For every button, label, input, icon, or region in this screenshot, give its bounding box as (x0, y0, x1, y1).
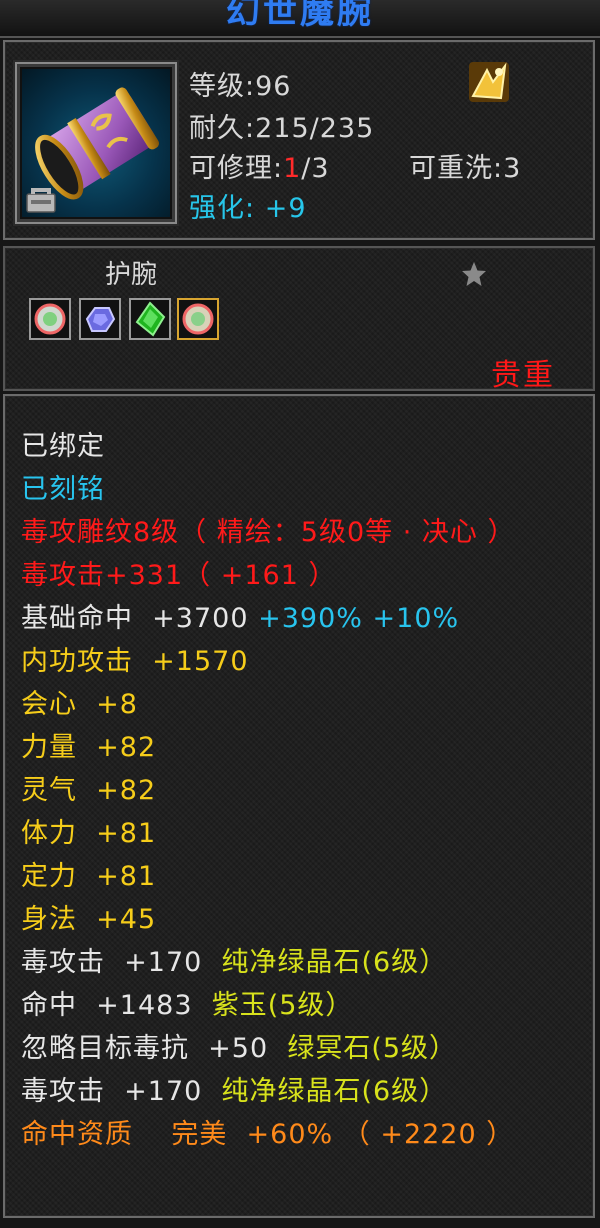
gem-level: (6级） (361, 1076, 448, 1107)
poison-attack-line: 毒攻击+331（ +161 ） (21, 553, 337, 592)
rewash-row: 可重洗:3 (409, 146, 521, 185)
rewash-value: 3 (503, 153, 522, 184)
spirit-line: 灵气 +82 (21, 768, 156, 807)
gem-stat-label: 忽略目标毒抗 (21, 1033, 189, 1064)
strength-value: +82 (96, 732, 157, 763)
item-type-panel: 护腕 贵重 (3, 246, 595, 393)
gem-level: (5级） (267, 990, 354, 1021)
stamina-value: +81 (96, 818, 157, 849)
spirit-label: 灵气 (21, 775, 77, 806)
gem-level: (6级） (361, 947, 448, 978)
enhance-row: 强化: +9 (189, 186, 307, 225)
gem-name: 紫玉 (211, 990, 268, 1021)
enhance-value: +9 (264, 193, 307, 224)
gem-socket-blue-icon[interactable] (79, 298, 121, 340)
gold-emblem-icon[interactable] (467, 60, 511, 104)
stamina-label: 体力 (21, 818, 77, 849)
star-icon (460, 260, 488, 288)
durability-row: 耐久:215/235 (189, 106, 374, 145)
item-icon-frame[interactable] (15, 62, 177, 224)
quality-percent: +60% (246, 1119, 334, 1150)
lock-icon (21, 184, 61, 214)
gem-stat-value: +1483 (96, 990, 193, 1021)
enhance-label: 强化: (189, 193, 256, 224)
item-name: 幻世魔腕 (226, 0, 374, 32)
accuracy-label: 基础命中 (21, 603, 133, 634)
accuracy-value: +3700 (152, 603, 249, 634)
internal-attack-label: 内功攻击 (21, 646, 133, 677)
gem-line: 毒攻击 +170 纯净绿晶石(6级） (21, 1069, 447, 1108)
repair-label: 可修理: (189, 153, 284, 184)
engraved-status: 已刻铭 (21, 474, 105, 505)
repair-used: 1 (283, 153, 302, 184)
agility-label: 身法 (21, 904, 77, 935)
stamina-line: 体力 +81 (21, 811, 156, 850)
item-type: 护腕 (105, 260, 158, 290)
gem-stat-label: 毒攻击 (21, 947, 105, 978)
gem-name: 纯净绿晶石 (221, 947, 362, 978)
agility-value: +45 (96, 904, 157, 935)
gem-stat-value: +170 (124, 947, 203, 978)
item-title-bar: 幻世魔腕 (0, 0, 600, 38)
quality-label: 命中资质 (21, 1119, 133, 1150)
gem-socket-white-icon[interactable] (29, 298, 71, 340)
gem-stat-value: +170 (124, 1076, 203, 1107)
quality-line: 命中资质 完美 +60% （ +2220 ） (21, 1112, 514, 1151)
internal-attack-line: 内功攻击 +1570 (21, 639, 249, 678)
strength-line: 力量 +82 (21, 725, 156, 764)
gem-socket-green-icon[interactable] (129, 298, 171, 340)
internal-attack-value: +1570 (152, 646, 249, 677)
focus-label: 定力 (21, 861, 77, 892)
focus-line: 定力 +81 (21, 854, 156, 893)
gem-name: 纯净绿晶石 (221, 1076, 362, 1107)
rewash-label: 可重洗: (409, 153, 504, 184)
accuracy-bonus-2: +10% (372, 603, 460, 634)
bound-status: 已绑定 (21, 431, 105, 462)
accuracy-line: 基础命中 +3700 +390% +10% (21, 596, 459, 635)
agility-line: 身法 +45 (21, 897, 156, 936)
engraving-line: 毒攻雕纹8级（ 精绘：5级0等 · 决心 ） (21, 517, 516, 548)
crit-label: 会心 (21, 689, 77, 720)
poison-attack-label: 毒攻击 (21, 560, 105, 591)
accuracy-bonus-1: +390% (258, 603, 363, 634)
spirit-value: +82 (96, 775, 157, 806)
level-value: 96 (255, 71, 292, 102)
gem-line: 忽略目标毒抗 +50 绿冥石(5级） (21, 1026, 457, 1065)
durability-value: 215/235 (255, 113, 375, 144)
gem-socket-gold-icon[interactable] (177, 298, 219, 340)
item-stats-panel: 已绑定 已刻铭 毒攻雕纹8级（ 精绘：5级0等 · 决心 ） 毒攻击+331（ … (3, 394, 595, 1218)
quality-grade: 完美 (171, 1119, 228, 1150)
rarity-label: 贵重 (491, 358, 555, 393)
repair-row: 可修理:1/3 (189, 146, 330, 185)
poison-attack-value: +331 (105, 560, 184, 591)
gem-line: 命中 +1483 紫玉(5级） (21, 983, 353, 1022)
gem-level: (5级） (371, 1033, 458, 1064)
gem-line: 毒攻击 +170 纯净绿晶石(6级） (21, 940, 447, 979)
poison-attack-bonus: （ +161 ） (183, 560, 337, 591)
crit-line: 会心 +8 (21, 682, 138, 721)
gem-stat-label: 毒攻击 (21, 1076, 105, 1107)
gem-stat-value: +50 (208, 1033, 269, 1064)
level-label: 等级: (189, 71, 256, 102)
quality-bonus: （ +2220 ） (342, 1119, 515, 1150)
crit-value: +8 (96, 689, 138, 720)
strength-label: 力量 (21, 732, 77, 763)
gem-stat-label: 命中 (21, 990, 77, 1021)
level-row: 等级:96 (189, 64, 291, 103)
focus-value: +81 (96, 861, 157, 892)
repair-total: /3 (301, 153, 330, 184)
item-header-panel: 等级:96 耐久:215/235 可修理:1/3 可重洗:3 强化: +9 (3, 40, 595, 240)
gem-name: 绿冥石 (287, 1033, 372, 1064)
durability-label: 耐久: (189, 113, 256, 144)
